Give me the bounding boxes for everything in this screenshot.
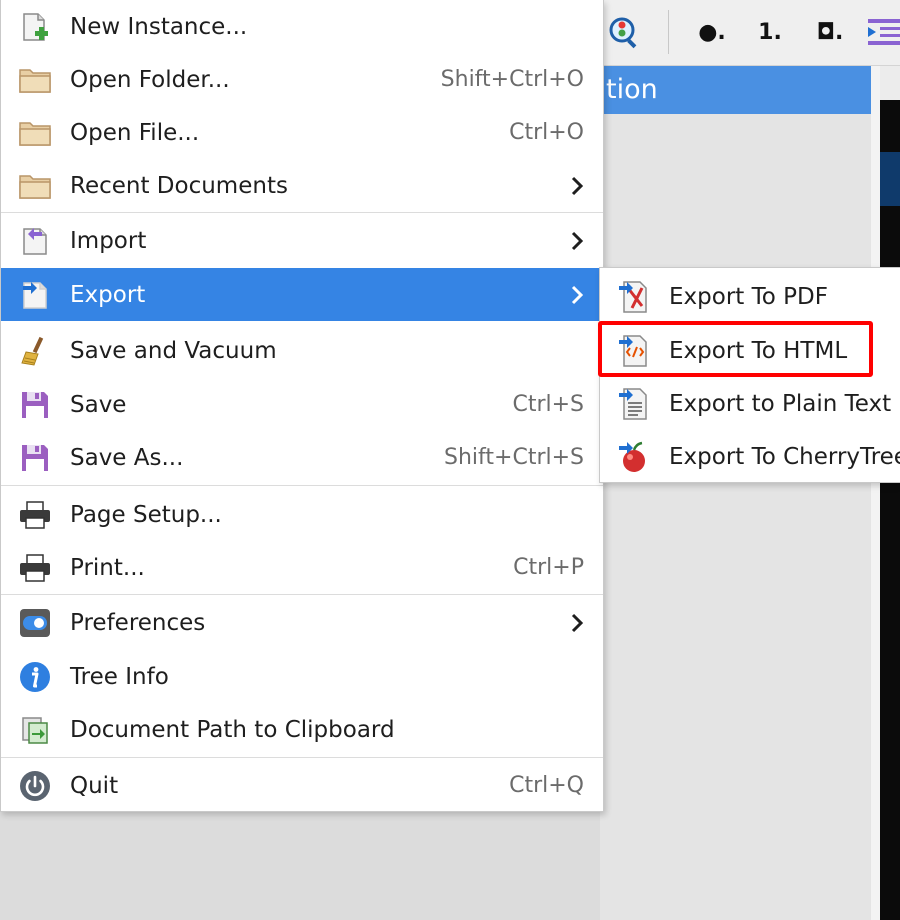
numbered-list-icon[interactable]: 1. [750, 14, 790, 50]
menu-item-page-setup[interactable]: Page Setup... [1, 488, 603, 541]
menu-item-save[interactable]: Save Ctrl+S [1, 378, 603, 431]
text-editor[interactable] [880, 100, 900, 920]
submenu-item-label: Export To CherryTree [669, 443, 900, 470]
menu-item-label: Recent Documents [70, 172, 288, 199]
menu-item-label: Print... [70, 554, 145, 581]
menu-item-label: Open Folder... [70, 66, 230, 93]
pane-splitter[interactable] [871, 66, 880, 920]
submenu-item-export-to-pdf[interactable]: Export To PDF [600, 270, 900, 323]
menu-separator [1, 757, 603, 758]
floppy-disk-icon [18, 441, 52, 475]
menu-item-label: Export [70, 281, 146, 308]
floppy-disk-icon [18, 388, 52, 422]
clipboard-icon [18, 713, 52, 747]
menu-item-label: Save As... [70, 444, 184, 471]
menu-item-label: Save and Vacuum [70, 337, 277, 364]
editor-header [880, 66, 900, 100]
submenu-item-export-to-html[interactable]: Export To HTML [600, 324, 900, 377]
submenu-item-label: Export To PDF [669, 283, 828, 310]
toolbar-separator [668, 10, 669, 54]
file-menu: New Instance... Open Folder... Shift+Ctr… [0, 0, 604, 812]
tree-header: tion [600, 66, 871, 114]
menu-item-label: Tree Info [70, 663, 169, 690]
export-submenu: Export To PDF Export To HTML Export to P… [599, 267, 900, 483]
submenu-item-export-to-plain-text[interactable]: Export to Plain Text [600, 377, 900, 430]
menu-item-save-and-vacuum[interactable]: Save and Vacuum [1, 324, 603, 377]
preferences-toggle-icon [18, 606, 52, 640]
submenu-item-export-to-cherrytree[interactable]: Export To CherryTree [600, 430, 900, 483]
menu-item-document-path-to-clipboard[interactable]: Document Path to Clipboard [1, 703, 603, 756]
menu-separator [1, 594, 603, 595]
chevron-right-icon [569, 230, 585, 252]
folder-icon [18, 169, 52, 203]
bullet-list-icon[interactable]: ●. [692, 14, 732, 50]
shortcut-label: Ctrl+P [513, 555, 584, 580]
menu-item-new-instance[interactable]: New Instance... [1, 0, 603, 53]
chevron-right-icon [569, 612, 585, 634]
export-html-icon [618, 334, 650, 368]
main-toolbar: ●. 1. ◘. [600, 0, 900, 66]
chevron-right-icon [569, 284, 585, 306]
broom-icon [18, 334, 52, 368]
menu-item-open-file[interactable]: Open File... Ctrl+O [1, 106, 603, 159]
menu-item-preferences[interactable]: Preferences [1, 596, 603, 649]
menu-item-label: Document Path to Clipboard [70, 716, 395, 743]
info-icon [18, 660, 52, 694]
menu-item-label: Page Setup... [70, 501, 222, 528]
menu-item-label: Preferences [70, 609, 206, 636]
power-icon [18, 769, 52, 803]
printer-icon [18, 551, 52, 585]
chevron-right-icon [569, 175, 585, 197]
new-instance-icon [18, 10, 52, 44]
menu-item-label: Open File... [70, 119, 200, 146]
export-pdf-icon [618, 280, 650, 314]
menu-item-label: New Instance... [70, 13, 248, 40]
shortcut-label: Shift+Ctrl+O [440, 67, 584, 92]
menu-item-save-as[interactable]: Save As... Shift+Ctrl+S [1, 431, 603, 484]
find-in-nodes-icon[interactable] [604, 14, 644, 50]
export-cherrytree-icon [618, 440, 650, 474]
menu-item-export[interactable]: Export [1, 268, 603, 321]
menu-item-label: Save [70, 391, 127, 418]
folder-icon [18, 63, 52, 97]
menu-separator [1, 212, 603, 213]
submenu-item-label: Export to Plain Text [669, 390, 892, 417]
editor-selection-band [880, 152, 900, 206]
folder-icon [18, 116, 52, 150]
menu-item-quit[interactable]: Quit Ctrl+Q [1, 759, 603, 812]
menu-separator [1, 485, 603, 486]
menu-item-tree-info[interactable]: Tree Info [1, 650, 603, 703]
submenu-item-label: Export To HTML [669, 337, 848, 364]
export-text-icon [618, 387, 650, 421]
shortcut-label: Ctrl+S [512, 392, 584, 417]
export-icon [18, 278, 52, 312]
menu-item-print[interactable]: Print... Ctrl+P [1, 541, 603, 594]
menu-item-label: Import [70, 227, 147, 254]
menu-item-label: Quit [70, 772, 119, 799]
import-icon [18, 224, 52, 258]
shortcut-label: Shift+Ctrl+S [444, 445, 584, 470]
shortcut-label: Ctrl+O [509, 120, 584, 145]
indent-icon[interactable] [866, 14, 900, 50]
menu-item-recent-documents[interactable]: Recent Documents [1, 159, 603, 212]
menu-item-import[interactable]: Import [1, 214, 603, 267]
menu-item-open-folder[interactable]: Open Folder... Shift+Ctrl+O [1, 53, 603, 106]
printer-icon [18, 498, 52, 532]
tree-pane[interactable] [600, 114, 871, 920]
todo-list-icon[interactable]: ◘. [810, 14, 850, 50]
shortcut-label: Ctrl+Q [509, 773, 584, 798]
